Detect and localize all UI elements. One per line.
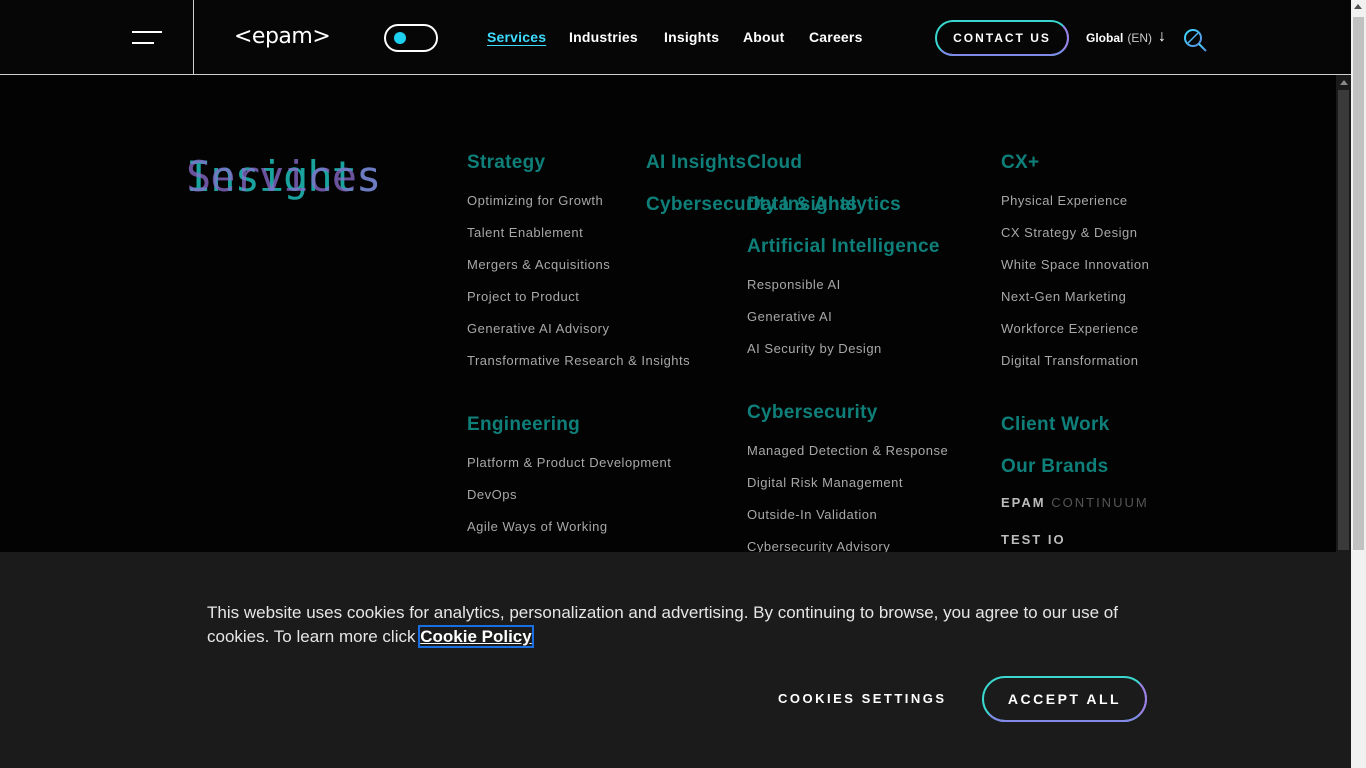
page: <epam> Services Industries Insights Abou… <box>0 0 1366 768</box>
engineering-item[interactable]: DevOps <box>467 487 517 502</box>
site-header: <epam> Services Industries Insights Abou… <box>0 0 1351 75</box>
category-artificial-intelligence[interactable]: Artificial Intelligence <box>747 236 940 258</box>
menu-scroll-thumb[interactable] <box>1338 90 1349 550</box>
nav-about[interactable]: About <box>743 29 784 45</box>
cookie-policy-link[interactable]: Cookie Policy <box>418 625 534 648</box>
cx-item[interactable]: Workforce Experience <box>1001 321 1139 336</box>
nav-insights[interactable]: Insights <box>664 29 719 45</box>
strategy-item[interactable]: Mergers & Acquisitions <box>467 257 610 272</box>
region-label: Global <box>1086 31 1124 45</box>
nav-careers[interactable]: Careers <box>809 29 863 45</box>
category-ai-insights[interactable]: AI Insights <box>646 152 746 174</box>
cx-item[interactable]: CX Strategy & Design <box>1001 225 1137 240</box>
strategy-item[interactable]: Transformative Research & Insights <box>467 353 690 368</box>
brand-test-io[interactable]: TEST IO <box>1001 532 1066 547</box>
category-cx[interactable]: CX+ <box>1001 152 1039 174</box>
page-scroll-thumb[interactable] <box>1353 17 1364 550</box>
brand-epam-continuum[interactable]: EPAM CONTINUUM <box>1001 495 1149 510</box>
strategy-item[interactable]: Optimizing for Growth <box>467 193 603 208</box>
engineering-item[interactable]: Platform & Product Development <box>467 455 671 470</box>
strategy-item[interactable]: Project to Product <box>467 289 579 304</box>
toggle-knob <box>394 32 406 44</box>
ai-item[interactable]: Generative AI <box>747 309 832 324</box>
accept-all-button[interactable]: ACCEPT ALL <box>982 676 1147 722</box>
category-our-brands[interactable]: Our Brands <box>1001 456 1109 478</box>
strategy-item[interactable]: Talent Enablement <box>467 225 583 240</box>
language-label: (EN) <box>1127 31 1153 45</box>
cx-item[interactable]: Physical Experience <box>1001 193 1128 208</box>
search-icon[interactable] <box>1182 27 1208 53</box>
cookies-settings-button[interactable]: COOKIES SETTINGS <box>778 691 947 706</box>
strategy-item[interactable]: Generative AI Advisory <box>467 321 610 336</box>
category-client-work[interactable]: Client Work <box>1001 414 1110 436</box>
arrow-down-icon[interactable]: ↓ <box>1158 28 1166 46</box>
cybersecurity-item[interactable]: Digital Risk Management <box>747 475 903 490</box>
nav-industries[interactable]: Industries <box>569 29 638 45</box>
menu-scroll-up-arrow-icon[interactable] <box>1340 80 1348 85</box>
cookie-message-text: This website uses cookies for analytics,… <box>207 603 1118 646</box>
brand-epam-label: EPAM <box>1001 495 1046 510</box>
cx-item[interactable]: White Space Innovation <box>1001 257 1149 272</box>
category-engineering[interactable]: Engineering <box>467 414 580 436</box>
category-data-analytics[interactable]: Data & Analytics <box>747 194 901 216</box>
engineering-item[interactable]: Agile Ways of Working <box>467 519 608 534</box>
cybersecurity-item[interactable]: Outside-In Validation <box>747 507 877 522</box>
cookie-message: This website uses cookies for analytics,… <box>207 601 1137 649</box>
cybersecurity-item[interactable]: Managed Detection & Response <box>747 443 948 458</box>
theme-toggle[interactable] <box>384 24 438 52</box>
cx-item[interactable]: Next-Gen Marketing <box>1001 289 1126 304</box>
hamburger-menu-icon[interactable] <box>0 0 194 74</box>
category-strategy[interactable]: Strategy <box>467 152 545 174</box>
epam-logo[interactable]: <epam> <box>234 24 331 49</box>
brand-continuum-label: CONTINUUM <box>1051 495 1149 510</box>
ai-item[interactable]: Responsible AI <box>747 277 841 292</box>
category-cloud[interactable]: Cloud <box>747 152 802 174</box>
menu-title-services: Services <box>186 152 381 201</box>
ai-item[interactable]: AI Security by Design <box>747 341 882 356</box>
category-cybersecurity[interactable]: Cybersecurity <box>747 402 878 424</box>
cookie-banner: This website uses cookies for analytics,… <box>0 552 1351 768</box>
region-selector[interactable]: Global (EN) <box>1086 31 1152 45</box>
contact-us-button[interactable]: CONTACT US <box>935 20 1069 56</box>
scroll-up-arrow-icon[interactable] <box>1354 4 1362 9</box>
nav-services[interactable]: Services <box>487 29 546 45</box>
cx-item[interactable]: Digital Transformation <box>1001 353 1138 368</box>
